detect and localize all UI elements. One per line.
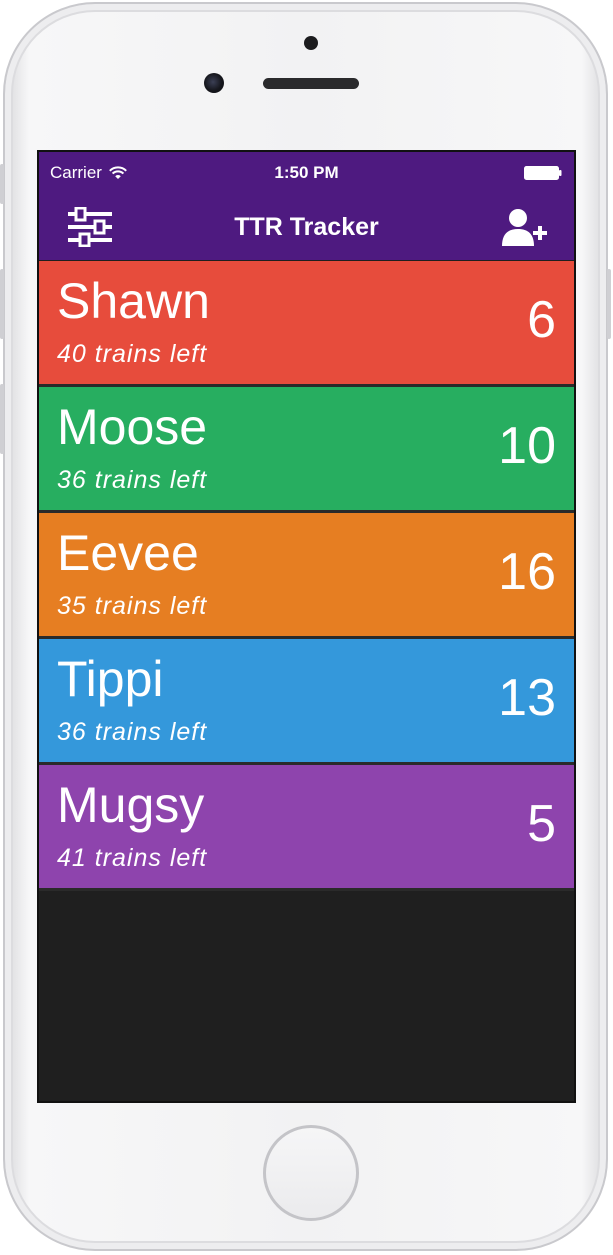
trains-left: 36 trains left xyxy=(57,466,208,494)
trains-left: 41 trains left xyxy=(57,844,208,872)
player-row-mugsy[interactable]: Mugsy 41 trains left 5 xyxy=(39,765,574,891)
navigation-bar: TTR Tracker xyxy=(39,192,574,260)
status-time: 1:50 PM xyxy=(274,163,339,182)
volume-down-button xyxy=(0,384,4,454)
status-bar: Carrier 1:50 PM xyxy=(39,152,574,192)
sensor xyxy=(304,36,318,50)
front-camera xyxy=(204,73,224,93)
battery-icon xyxy=(524,166,562,180)
empty-list-area xyxy=(39,893,574,1101)
player-row-tippi[interactable]: Tippi 36 trains left 13 xyxy=(39,639,574,765)
player-name: Tippi xyxy=(57,651,164,707)
volume-up-button xyxy=(0,269,4,339)
player-score: 6 xyxy=(527,291,556,349)
player-score: 16 xyxy=(498,543,556,601)
add-user-icon xyxy=(502,209,547,246)
player-row-shawn[interactable]: Shawn 40 trains left 6 xyxy=(39,261,574,387)
player-name: Mugsy xyxy=(57,777,205,833)
player-name: Eevee xyxy=(57,525,199,581)
trains-left: 40 trains left xyxy=(57,340,208,368)
earpiece-speaker xyxy=(263,78,359,89)
player-score: 13 xyxy=(498,669,556,727)
player-name: Moose xyxy=(57,399,208,455)
player-row-moose[interactable]: Moose 36 trains left 10 xyxy=(39,387,574,513)
trains-left: 35 trains left xyxy=(57,592,208,620)
player-list: Shawn 40 trains left 6 Moose 36 trains l… xyxy=(39,261,574,891)
app-title: TTR Tracker xyxy=(234,213,379,241)
add-player-button[interactable] xyxy=(500,206,548,250)
trains-left: 36 trains left xyxy=(57,718,208,746)
player-score: 10 xyxy=(498,417,556,475)
home-button[interactable] xyxy=(263,1125,359,1221)
player-score: 5 xyxy=(527,795,556,853)
player-row-eevee[interactable]: Eevee 35 trains left 16 xyxy=(39,513,574,639)
power-button xyxy=(607,269,611,339)
mute-switch xyxy=(0,164,4,204)
player-name: Shawn xyxy=(57,273,210,329)
app-screen: Carrier 1:50 PM TTR Tracker Shawn 40 tra… xyxy=(37,150,576,1103)
